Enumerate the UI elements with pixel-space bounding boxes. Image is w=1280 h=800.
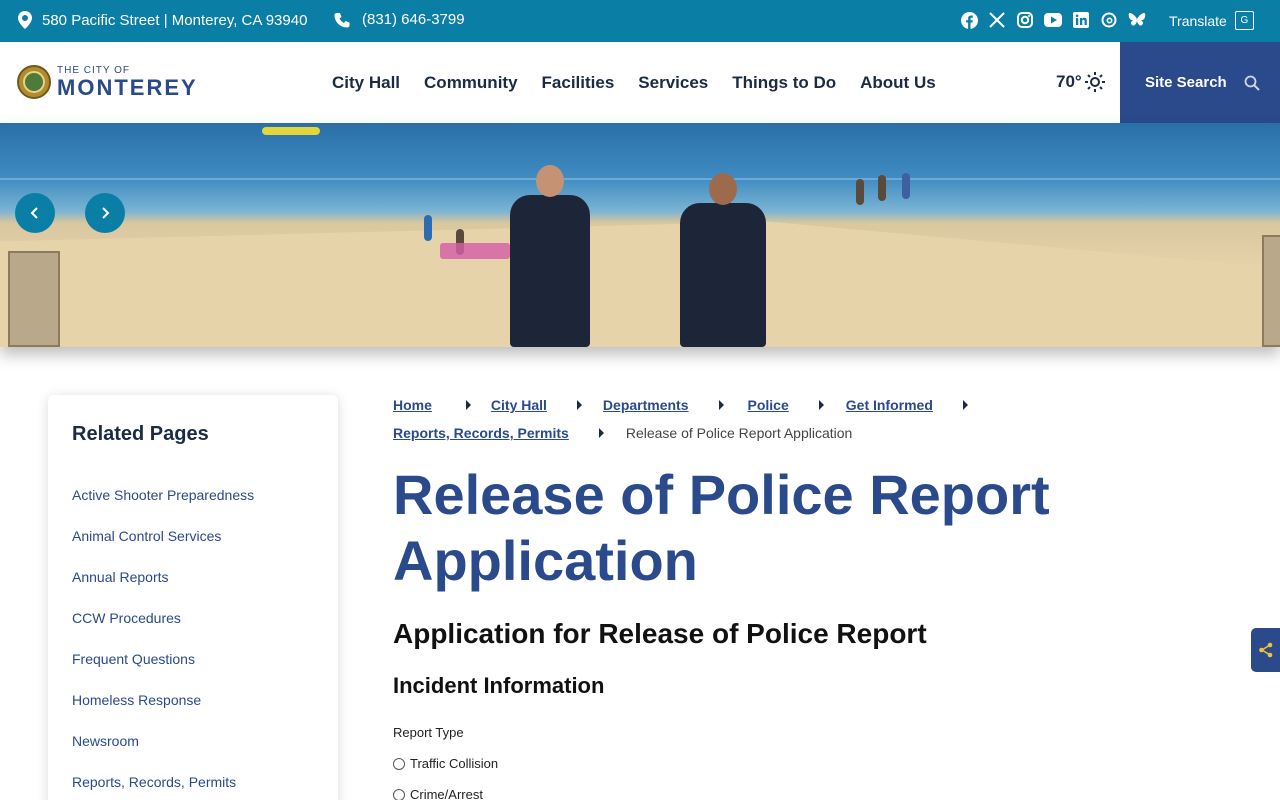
- logo-small-text: THE CITY OF: [57, 64, 131, 76]
- related-pages-list: Active Shooter Preparedness Animal Contr…: [72, 487, 254, 800]
- breadcrumb-arrow-icon: [465, 400, 471, 410]
- hero-next-button[interactable]: [85, 193, 125, 233]
- breadcrumb-get-informed[interactable]: Get Informed: [846, 397, 933, 413]
- site-search-label: Site Search: [1145, 74, 1227, 91]
- weather-temp: 70°: [1056, 72, 1082, 91]
- city-seal-icon: [17, 65, 51, 99]
- city-logo[interactable]: THE CITY OF MONTEREY: [17, 65, 198, 99]
- breadcrumb-current: Release of Police Report Application: [625, 425, 853, 441]
- radio-traffic-collision[interactable]: Traffic Collision: [393, 756, 498, 771]
- sun-icon: [1084, 72, 1105, 92]
- radio-button[interactable]: [393, 757, 405, 770]
- threads-icon[interactable]: [1100, 11, 1118, 29]
- phone-icon: [334, 12, 350, 27]
- phone-text: (831) 646-3799: [362, 11, 465, 28]
- radio-label: Crime/Arrest: [410, 787, 483, 800]
- nav-city-hall[interactable]: City Hall: [332, 73, 400, 93]
- form-heading: Application for Release of Police Report: [393, 618, 927, 649]
- section-heading: Incident Information: [393, 673, 605, 698]
- breadcrumb-arrow-icon: [718, 400, 724, 410]
- nav-about-us[interactable]: About Us: [860, 73, 936, 93]
- instagram-icon[interactable]: [1016, 11, 1034, 29]
- breadcrumb-departments[interactable]: Departments: [603, 397, 689, 413]
- page-title: Release of Police Report Application: [393, 463, 1050, 592]
- hero-prev-button[interactable]: [15, 193, 55, 233]
- nav-community[interactable]: Community: [424, 73, 518, 93]
- radio-crime-arrest[interactable]: Crime/Arrest: [393, 787, 483, 800]
- breadcrumb-home[interactable]: Home: [393, 397, 432, 413]
- nav-facilities[interactable]: Facilities: [542, 73, 615, 93]
- related-link[interactable]: Annual Reports: [72, 569, 254, 610]
- phone[interactable]: (831) 646-3799: [334, 11, 465, 28]
- report-type-label: Report Type: [393, 725, 464, 740]
- related-link[interactable]: Frequent Questions: [72, 651, 254, 692]
- related-link[interactable]: Reports, Records, Permits: [72, 774, 254, 800]
- chevron-left-icon: [30, 207, 38, 219]
- breadcrumb-reports[interactable]: Reports, Records, Permits: [393, 425, 569, 441]
- translate-label: Translate: [1169, 12, 1227, 29]
- nav-things-to-do[interactable]: Things to Do: [732, 73, 836, 93]
- search-icon: [1244, 75, 1260, 91]
- share-icon: [1258, 642, 1272, 658]
- breadcrumb-police[interactable]: Police: [748, 397, 789, 413]
- google-translate-icon: G: [1234, 11, 1254, 30]
- site-header: THE CITY OF MONTEREY City Hall Community…: [0, 42, 1280, 123]
- breadcrumb-arrow-icon: [576, 400, 582, 410]
- address-text: 580 Pacific Street | Monterey, CA 93940: [42, 11, 308, 29]
- radio-button[interactable]: [393, 788, 405, 800]
- breadcrumb-city-hall[interactable]: City Hall: [491, 397, 547, 413]
- x-icon[interactable]: [988, 11, 1006, 29]
- facebook-icon[interactable]: [960, 11, 978, 29]
- related-pages-title: Related Pages: [72, 423, 209, 445]
- bluesky-icon[interactable]: [1128, 11, 1146, 29]
- youtube-icon[interactable]: [1044, 11, 1062, 29]
- breadcrumb-arrow-icon: [598, 428, 604, 438]
- breadcrumb-arrow-icon: [962, 400, 968, 410]
- share-button[interactable]: [1251, 628, 1280, 672]
- related-link[interactable]: Animal Control Services: [72, 528, 254, 569]
- weather-widget[interactable]: 70°: [1056, 72, 1105, 92]
- logo-big-text: MONTEREY: [57, 74, 198, 100]
- hero-image: [0, 123, 1280, 347]
- related-pages-panel: Related Pages Active Shooter Preparednes…: [48, 395, 338, 800]
- site-search-button[interactable]: Site Search: [1120, 42, 1280, 123]
- related-link[interactable]: CCW Procedures: [72, 610, 254, 651]
- linkedin-icon[interactable]: [1072, 11, 1090, 29]
- map-pin-icon: [18, 11, 32, 29]
- related-link[interactable]: Newsroom: [72, 733, 254, 774]
- radio-label: Traffic Collision: [410, 756, 499, 771]
- related-link[interactable]: Homeless Response: [72, 692, 254, 733]
- translate-button[interactable]: Translate G: [1169, 11, 1254, 30]
- main-nav: City Hall Community Facilities Services …: [332, 73, 960, 93]
- top-utility-bar: 580 Pacific Street | Monterey, CA 93940 …: [0, 0, 1280, 42]
- chevron-right-icon: [102, 207, 110, 219]
- nav-services[interactable]: Services: [638, 73, 708, 93]
- social-links: [960, 11, 1156, 29]
- beach-sand: [0, 221, 1280, 347]
- related-link[interactable]: Active Shooter Preparedness: [72, 487, 254, 528]
- address[interactable]: 580 Pacific Street | Monterey, CA 93940: [18, 11, 307, 29]
- breadcrumb-arrow-icon: [818, 400, 824, 410]
